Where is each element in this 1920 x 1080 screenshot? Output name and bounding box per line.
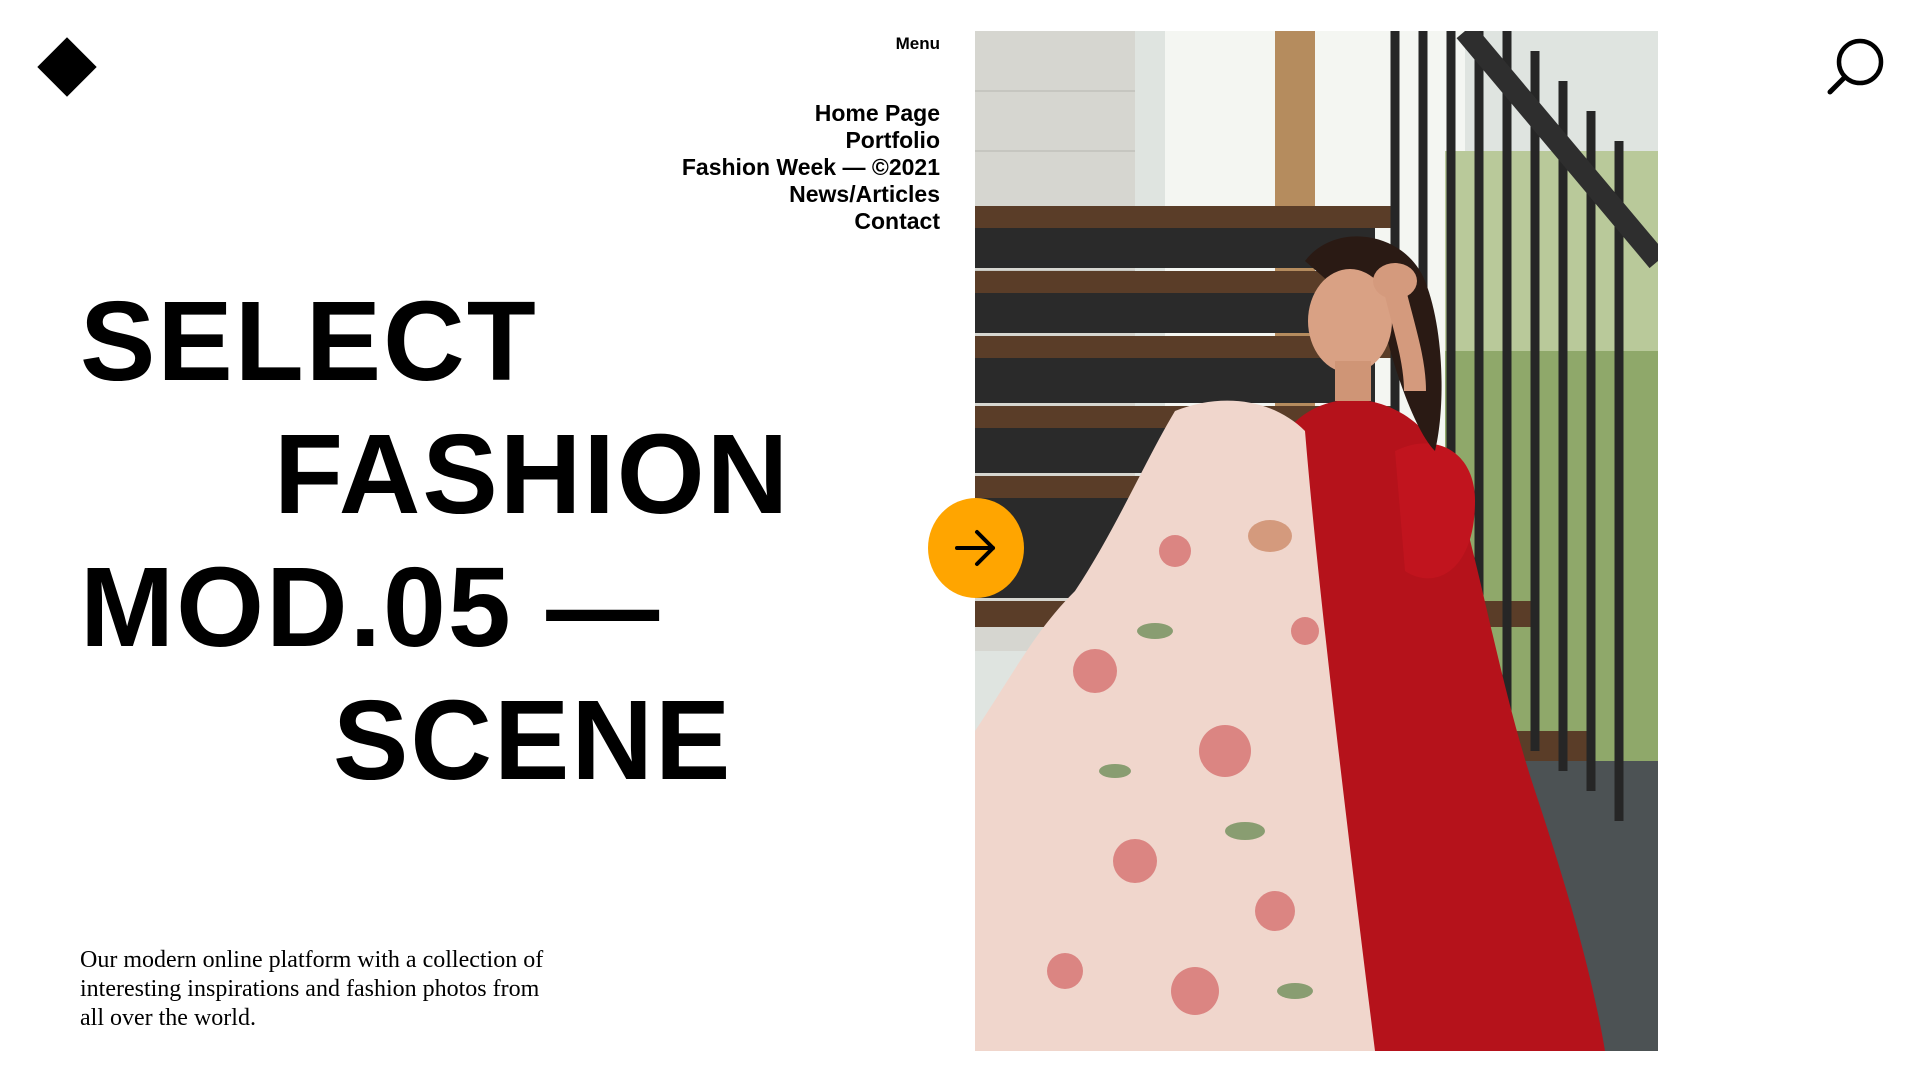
page: Menu Home Page Portfolio Fashion Week — … — [0, 0, 1920, 1080]
arrow-right-icon — [955, 530, 995, 566]
nav-item-portfolio[interactable]: Portfolio — [682, 127, 940, 154]
diamond-logo[interactable] — [37, 37, 97, 97]
headline-line: MOD.05 — — [80, 544, 662, 670]
photo-illustration — [975, 31, 1658, 1051]
headline-line: FASHION — [274, 411, 791, 537]
nav-item-news[interactable]: News/Articles — [682, 181, 940, 208]
search-icon — [1827, 38, 1884, 95]
nav-item-home[interactable]: Home Page — [682, 100, 940, 127]
nav-menu: Home Page Portfolio Fashion Week — ©2021… — [682, 100, 940, 235]
hero-photo — [975, 31, 1658, 1051]
next-slide-button[interactable] — [928, 498, 1024, 598]
headline-line: SCENE — [333, 677, 733, 803]
search-button[interactable] — [1824, 34, 1888, 98]
nav-item-contact[interactable]: Contact — [682, 208, 940, 235]
headline-line: SELECT — [80, 278, 538, 404]
nav-item-fashion-week[interactable]: Fashion Week — ©2021 — [682, 154, 940, 181]
hero-headline: SELECT FASHION MOD.05 — SCENE — [80, 275, 790, 807]
hero-description: Our modern online platform with a collec… — [80, 947, 544, 1031]
menu-toggle[interactable]: Menu — [896, 34, 940, 54]
